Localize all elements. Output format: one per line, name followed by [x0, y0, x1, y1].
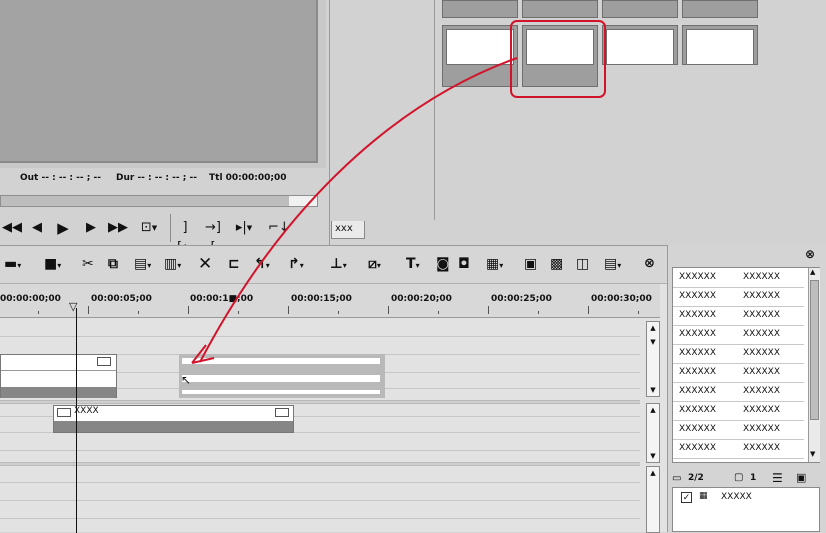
- drag-arrow-head: [191, 344, 215, 364]
- drag-arrow-overlay: [191, 57, 518, 364]
- drag-arrow: [199, 57, 518, 363]
